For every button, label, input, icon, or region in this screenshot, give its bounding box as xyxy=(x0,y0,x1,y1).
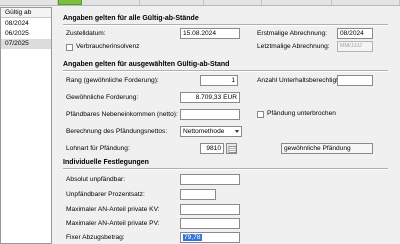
tab-active[interactable] xyxy=(58,0,82,5)
max-an-anteil-pv-label: Maximaler AN-Anteil private PV: xyxy=(66,220,160,227)
max-an-anteil-kv-label: Maximaler AN-Anteil private KV: xyxy=(66,206,160,213)
verbraucherinsolvenz-checkbox[interactable] xyxy=(66,44,73,51)
section-title-all: Angaben gelten für alle Gültig-ab-Stände xyxy=(63,15,199,22)
zustelldatum-field[interactable]: 15.08.2024 xyxy=(180,28,240,39)
list-icon xyxy=(228,145,236,153)
max-an-anteil-pv-field[interactable] xyxy=(180,218,240,229)
letztmalige-abrechnung-field[interactable]: MM/JJJJ xyxy=(337,41,373,52)
section-divider xyxy=(63,70,388,72)
pfaendung-unterbrochen-checkbox[interactable] xyxy=(257,111,264,118)
anzahl-unterhaltsberechtigte-field[interactable] xyxy=(337,75,373,86)
list-item[interactable]: 08/2024 xyxy=(1,19,51,29)
chevron-down-icon[interactable] xyxy=(235,130,239,133)
fixer-abzugsbetrag-label: Fixer Abzugsbetrag: xyxy=(66,234,125,241)
absolut-unpfaendbar-field[interactable] xyxy=(180,174,240,185)
lohnart-label: Lohnart für Pfändung: xyxy=(66,145,130,152)
pfaendung-unterbrochen-label: Pfändung unterbrochen xyxy=(267,110,336,117)
erstmalige-abrechnung-field[interactable]: 08/2024 xyxy=(337,28,373,39)
section-divider xyxy=(63,24,388,26)
pfaendbares-nebeneinkommen-label: Pfändbares Nebeneinkommen (netto): xyxy=(66,111,178,118)
anzahl-unterhaltsberechtigte-label: Anzahl Unterhaltsberechtigte: xyxy=(257,77,344,84)
section-title-selected: Angaben gelten für ausgewählten Gültig-a… xyxy=(63,61,230,68)
erstmalige-abrechnung-label: Erstmalige Abrechnung: xyxy=(257,30,328,37)
letztmalige-abrechnung-label: Letztmalige Abrechnung: xyxy=(257,43,330,50)
gewoehnliche-forderung-field[interactable]: 8.709,33 EUR xyxy=(180,92,240,103)
berechnung-pfaendungsnetto-value: Nettomethode xyxy=(183,128,225,135)
gewoehnliche-forderung-label: Gewöhnliche Forderung: xyxy=(66,94,139,101)
lohnart-description: gewöhnliche Pfändung xyxy=(281,143,373,154)
tab[interactable] xyxy=(204,0,262,5)
unpfaendbarer-prozentsatz-label: Unpfändbarer Prozentsatz: xyxy=(66,191,145,198)
list-item-selected[interactable]: 07/2025 xyxy=(1,39,51,49)
tab[interactable] xyxy=(0,0,58,5)
zustelldatum-label: Zustelldatum: xyxy=(66,30,106,37)
berechnung-pfaendungsnetto-select[interactable]: Nettomethode xyxy=(180,126,242,137)
list-header-gueltig-ab[interactable]: Gültig ab xyxy=(1,8,51,18)
section-title-individual: Individuelle Festlegungen xyxy=(63,159,149,166)
valid-from-list[interactable]: Gültig ab 08/2024 06/2025 07/2025 xyxy=(0,7,52,244)
berechnung-pfaendungsnetto-label: Berechnung des Pfändungsnettos: xyxy=(66,128,168,135)
unpfaendbarer-prozentsatz-field[interactable] xyxy=(180,189,216,200)
tab[interactable] xyxy=(82,0,140,5)
pfaendbares-nebeneinkommen-field[interactable] xyxy=(180,109,240,120)
lohnart-lookup-button[interactable] xyxy=(226,143,237,154)
fixer-abzugsbetrag-value: 79,78 xyxy=(183,234,202,241)
tab[interactable] xyxy=(262,0,332,5)
max-an-anteil-kv-field[interactable] xyxy=(180,204,240,215)
tab[interactable] xyxy=(332,0,400,5)
absolut-unpfaendbar-label: Absolut unpfändbar: xyxy=(66,176,126,183)
verbraucherinsolvenz-label: Verbraucherinsolvenz xyxy=(76,43,140,50)
rang-label: Rang (gewöhnliche Forderung): xyxy=(66,77,159,84)
section-divider xyxy=(63,168,388,170)
lohnart-field[interactable]: 9810 xyxy=(200,143,224,154)
rang-field[interactable]: 1 xyxy=(200,75,238,86)
tab[interactable] xyxy=(140,0,204,5)
main-panel: Angaben gelten für alle Gültig-ab-Stände… xyxy=(56,7,400,244)
fixer-abzugsbetrag-field[interactable]: 79,78 xyxy=(180,232,240,243)
list-item[interactable]: 06/2025 xyxy=(1,29,51,39)
